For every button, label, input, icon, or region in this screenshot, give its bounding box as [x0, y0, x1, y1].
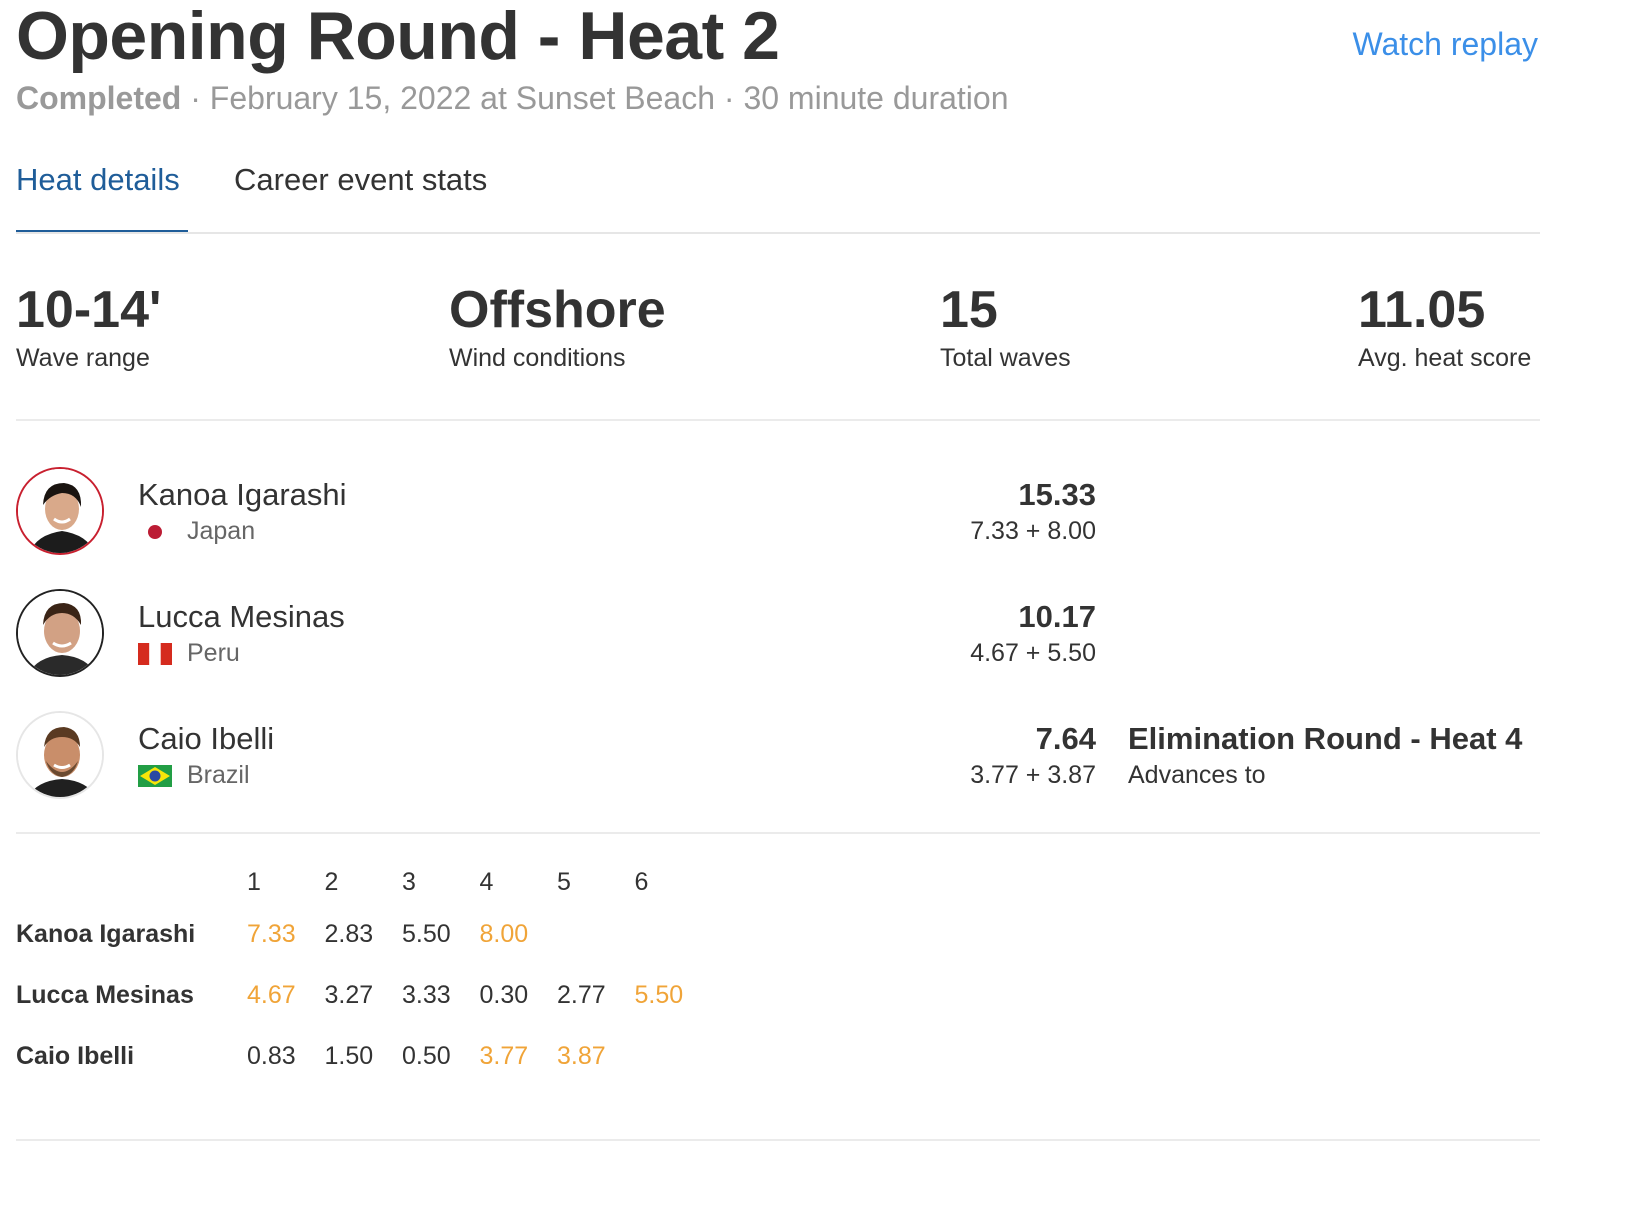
stat-value: 10-14': [16, 281, 162, 339]
surfer-name: Lucca Mesinas: [138, 599, 345, 634]
table-header-corner: [16, 860, 247, 904]
wave-score: 0.30: [479, 981, 529, 1009]
wave-score: 3.77: [479, 1042, 529, 1070]
table-row: Caio Ibelli 0.83 1.50 0.50 3.77 3.87: [16, 1026, 712, 1087]
wave-column-header: 3: [402, 867, 416, 896]
wave-score: 5.50: [634, 981, 684, 1009]
wave-column-header: 1: [247, 867, 261, 896]
wave-score: 2.83: [324, 920, 374, 948]
stat-value: Offshore: [449, 281, 666, 339]
heat-details-text: · February 15, 2022 at Sunset Beach · 30…: [181, 80, 1009, 116]
wave-score: 3.27: [324, 981, 374, 1009]
surfer-name-cell: Kanoa Igarashi: [16, 920, 196, 948]
advances-to-heat-link[interactable]: Elimination Round - Heat 4: [1128, 721, 1522, 757]
wave-score: [557, 904, 635, 965]
surfer-name-cell: Lucca Mesinas: [16, 981, 194, 1009]
stat-total-waves: 15 Total waves: [940, 280, 1071, 373]
heat-total-score: 15.33: [1018, 477, 1096, 512]
tab-bar: Heat details Career event stats: [16, 162, 1540, 234]
stat-label: Wave range: [16, 344, 150, 372]
table-row: Lucca Mesinas 4.67 3.27 3.33 0.30 2.77 5…: [16, 965, 712, 1026]
wave-score: 2.77: [557, 981, 606, 1009]
wave-column-header: 4: [479, 867, 494, 896]
brazil-flag-icon: [138, 765, 172, 787]
wave-score: 0.83: [247, 1042, 296, 1070]
stat-avg-heat-score: 11.05 Avg. heat score: [1358, 280, 1531, 373]
table-row: Kanoa Igarashi 7.33 2.83 5.50 8.00: [16, 904, 712, 965]
wave-score: 4.67: [247, 981, 296, 1009]
table-header-row: 1 2 3 4 5 6: [16, 860, 712, 904]
divider: [16, 832, 1540, 834]
divider: [16, 419, 1540, 421]
divider: [16, 1139, 1540, 1141]
wave-score: [635, 904, 713, 965]
advances-to-label: Advances to: [1128, 761, 1266, 789]
wave-score: 7.33: [247, 920, 296, 948]
avatar: [16, 711, 104, 799]
wave-score: 3.33: [402, 981, 451, 1009]
wave-score: 3.87: [557, 1042, 606, 1070]
score-breakdown: 7.33 + 8.00: [970, 517, 1096, 545]
heat-total-score: 7.64: [1035, 721, 1096, 756]
surfer-country: Brazil: [187, 761, 250, 789]
avatar: [16, 589, 104, 677]
surfer-name-cell: Caio Ibelli: [16, 1042, 135, 1070]
stat-value: 15: [940, 281, 998, 339]
stat-label: Avg. heat score: [1358, 344, 1532, 372]
surfer-row-kanoa-igarashi[interactable]: Kanoa Igarashi Japan 15.33 7.33 + 8.00: [16, 467, 1540, 559]
wave-score: 1.50: [324, 1042, 374, 1070]
surfer-row-caio-ibelli[interactable]: Caio Ibelli Brazil 7.64 3.77 + 3.87 Elim…: [16, 711, 1540, 803]
wave-scores-table: 1 2 3 4 5 6 Kanoa Igarashi 7.33 2.83 5.5…: [16, 860, 712, 1087]
japan-flag-icon: [148, 525, 162, 539]
watch-replay-link[interactable]: Watch replay: [1352, 26, 1538, 63]
stat-label: Wind conditions: [449, 344, 626, 372]
score-breakdown: 3.77 + 3.87: [970, 761, 1096, 789]
stat-wind-conditions: Offshore Wind conditions: [449, 280, 666, 373]
wave-score: [635, 1026, 713, 1087]
wave-column-header: 5: [557, 867, 571, 896]
stat-label: Total waves: [940, 344, 1071, 372]
stat-wave-range: 10-14' Wave range: [16, 280, 161, 373]
surfer-row-lucca-mesinas[interactable]: Lucca Mesinas Peru 10.17 4.67 + 5.50: [16, 589, 1540, 681]
avatar: [16, 467, 104, 555]
stat-value: 11.05: [1358, 281, 1486, 339]
wave-column-header: 2: [324, 867, 339, 896]
heat-meta: Completed · February 15, 2022 at Sunset …: [16, 80, 1009, 117]
tab-heat-details[interactable]: Heat details: [16, 162, 188, 232]
heat-total-score: 10.17: [1018, 599, 1096, 634]
surfer-country: Peru: [187, 639, 240, 667]
surfer-name: Kanoa Igarashi: [138, 477, 347, 512]
peru-flag-icon: [138, 643, 172, 665]
tab-career-event-stats[interactable]: Career event stats: [234, 162, 487, 198]
wave-score: 5.50: [402, 920, 451, 948]
surfer-name: Caio Ibelli: [138, 721, 275, 756]
page-title: Opening Round - Heat 2: [16, 0, 780, 74]
heat-status: Completed: [16, 80, 182, 116]
surfer-country: Japan: [187, 517, 256, 545]
wave-score: 8.00: [479, 920, 529, 948]
wave-score: 0.50: [402, 1042, 451, 1070]
score-breakdown: 4.67 + 5.50: [970, 639, 1096, 667]
wave-column-header: 6: [634, 867, 649, 896]
